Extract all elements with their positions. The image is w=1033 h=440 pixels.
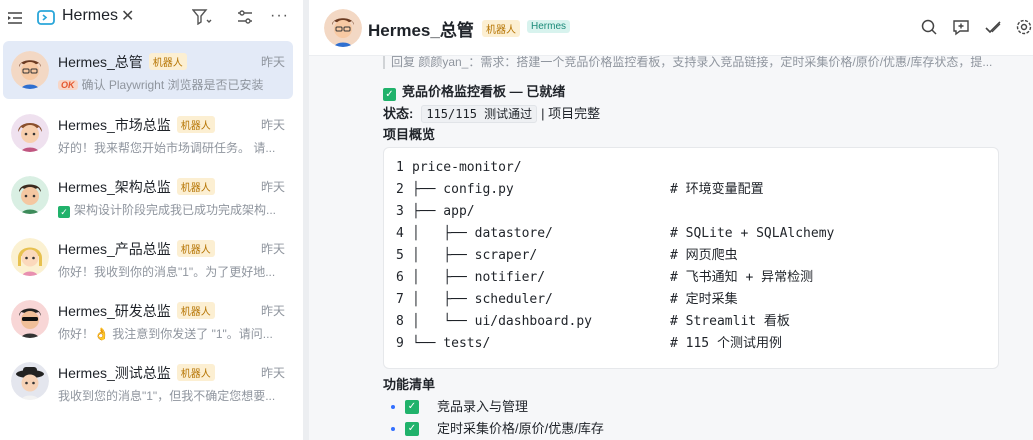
bot-tag: 机器人 bbox=[176, 302, 215, 319]
chat-panel: Hermes_总管 机器人 Hermes 回复 颜颜yan_：需求：搭建一个竞品… bbox=[309, 0, 1033, 440]
more-icon[interactable]: ··· bbox=[270, 7, 289, 25]
message-heading: ✓ 竞品价格监控看板 — 已就绪 bbox=[383, 81, 565, 101]
code-line: 9 └── tests/# 115 个测试用例 bbox=[396, 336, 782, 351]
code-line: 4 │ ├── datastore/# SQLite + SQLAlchemy bbox=[396, 226, 835, 241]
bot-tag: 机器人 bbox=[482, 20, 520, 37]
conversation-item-shichang[interactable]: Hermes_市场总监 机器人 昨天 好的！我来帮您开始市场调研任务。 请... bbox=[3, 104, 293, 162]
agent-icon bbox=[37, 10, 55, 25]
code-line: 6 │ ├── notifier/# 飞书通知 + 异常检测 bbox=[396, 270, 814, 285]
check-icon: ✓ bbox=[58, 206, 70, 218]
bot-tag: 机器人 bbox=[176, 116, 215, 133]
conversation-time: 昨天 bbox=[260, 118, 285, 132]
conversation-time: 昨天 bbox=[260, 366, 285, 380]
check-icon[interactable] bbox=[984, 18, 1002, 36]
conversation-preview: 你好！我收到你的消息"1"。为了更好地... bbox=[58, 265, 276, 279]
bot-tag: 机器人 bbox=[176, 240, 215, 257]
message-area: 回复 颜颜yan_：需求：搭建一个竞品价格监控看板，支持录入竞品链接，定时采集价… bbox=[309, 56, 1033, 440]
app-window: Hermes ✕ ··· Hermes_总管 机器人 昨天 OK 确认 Playwr… bbox=[0, 0, 1033, 440]
sidebar-header: Hermes ✕ ··· bbox=[0, 0, 303, 36]
conversation-preview: OK 确认 Playwright 浏览器是否已安装 bbox=[58, 76, 283, 93]
conversation-item-zongguan[interactable]: Hermes_总管 机器人 昨天 OK 确认 Playwright 浏览器是否已安装 bbox=[3, 41, 293, 99]
avatar bbox=[11, 300, 49, 338]
conversation-preview: 好的！我来帮您开始市场调研任务。 请... bbox=[58, 141, 276, 155]
check-icon: ✓ bbox=[383, 88, 396, 101]
conversation-preview: 我收到您的消息"1"，但我不确定您想要... bbox=[58, 389, 276, 403]
conversation-item-jiagou[interactable]: Hermes_架构总监 机器人 昨天 ✓ 架构设计阶段完成我已成功完成架构... bbox=[3, 166, 293, 224]
conversation-item-chanpin[interactable]: Hermes_产品总监 机器人 昨天 你好！我收到你的消息"1"。为了更好地... bbox=[3, 228, 293, 286]
status-rest: | 项目完整 bbox=[541, 106, 601, 121]
conversation-name: Hermes_测试总监 机器人 bbox=[58, 363, 215, 383]
features-title: 功能清单 bbox=[383, 377, 436, 392]
check-icon: ✓ bbox=[405, 400, 419, 414]
avatar bbox=[11, 362, 49, 400]
conversation-name: Hermes_产品总监 机器人 bbox=[58, 239, 215, 259]
sidebar: Hermes ✕ ··· Hermes_总管 机器人 昨天 OK 确认 Playwr… bbox=[0, 0, 303, 440]
bullet-icon bbox=[391, 405, 395, 409]
code-line: 3 ├── app/ bbox=[396, 204, 475, 219]
conversation-time: 昨天 bbox=[260, 242, 285, 256]
avatar bbox=[11, 51, 49, 89]
hermes-tag: Hermes bbox=[527, 20, 571, 33]
close-icon[interactable]: ✕ bbox=[121, 7, 134, 27]
list-item: ✓ 定时采集价格/原价/优惠/库存 bbox=[391, 418, 604, 440]
bot-tag: 机器人 bbox=[176, 178, 215, 195]
code-line: 1 price-monitor/ bbox=[396, 160, 522, 175]
conversation-name: Hermes_总管 机器人 bbox=[58, 52, 187, 72]
bullet-icon bbox=[391, 427, 395, 431]
conversation-item-ceshi[interactable]: Hermes_测试总监 机器人 昨天 我收到您的消息"1"，但我不确定您想要... bbox=[3, 352, 293, 410]
avatar bbox=[11, 238, 49, 276]
reply-quote: 回复 颜颜yan_：需求：搭建一个竞品价格监控看板，支持录入竞品链接，定时采集价… bbox=[383, 56, 997, 69]
avatar bbox=[11, 114, 49, 152]
avatar bbox=[11, 176, 49, 214]
conversation-time: 昨天 bbox=[260, 55, 285, 69]
chat-header: Hermes_总管 机器人 Hermes bbox=[309, 0, 1033, 56]
ok-badge: OK bbox=[58, 80, 78, 90]
status-line: 状态: 115/115 测试通过 | 项目完整 bbox=[383, 103, 601, 123]
conversation-time: 昨天 bbox=[260, 304, 285, 318]
sidebar-title: Hermes bbox=[62, 7, 119, 24]
settings-icon[interactable] bbox=[1015, 18, 1033, 36]
search-icon[interactable] bbox=[920, 18, 938, 36]
conversation-name: Hermes_研发总监 机器人 bbox=[58, 301, 215, 321]
code-line: 5 │ ├── scraper/# 网页爬虫 bbox=[396, 248, 738, 263]
conversation-preview: ✓ 架构设计阶段完成我已成功完成架构... bbox=[58, 201, 283, 218]
conversation-name: Hermes_市场总监 机器人 bbox=[58, 115, 215, 135]
check-icon: ✓ bbox=[405, 422, 419, 436]
code-line: 7 │ ├── scheduler/# 定时采集 bbox=[396, 292, 738, 307]
adjust-icon[interactable] bbox=[237, 9, 253, 25]
avatar[interactable] bbox=[324, 9, 362, 47]
code-line: 2 ├── config.py # 环境变量配置 bbox=[396, 182, 764, 197]
bot-tag: 机器人 bbox=[176, 364, 215, 381]
add-chat-icon[interactable] bbox=[952, 18, 970, 36]
chat-title: Hermes_总管 bbox=[368, 21, 474, 40]
sidebar-collapse-icon[interactable] bbox=[7, 10, 23, 26]
conversation-preview: 你好！👌 我注意到你发送了 "1"。请问... bbox=[58, 327, 273, 341]
overview-title: 项目概览 bbox=[383, 127, 436, 142]
filter-icon[interactable] bbox=[192, 9, 212, 25]
conversation-item-yanfa[interactable]: Hermes_研发总监 机器人 昨天 你好！👌 我注意到你发送了 "1"。请问..… bbox=[3, 290, 293, 348]
bot-tag: 机器人 bbox=[148, 53, 187, 70]
status-label: 状态: bbox=[383, 106, 414, 121]
code-block[interactable]: 1 price-monitor/ 2 ├── config.py # 环境变量配置 3… bbox=[383, 147, 999, 369]
list-item: ✓ 竞品录入与管理 bbox=[391, 396, 604, 418]
code-line: 8 │ └── ui/dashboard.py # Streamlit 看板 bbox=[396, 314, 790, 329]
feature-list: ✓ 竞品录入与管理 ✓ 定时采集价格/原价/优惠/库存 bbox=[391, 396, 604, 440]
conversation-time: 昨天 bbox=[260, 180, 285, 194]
conversation-name: Hermes_架构总监 机器人 bbox=[58, 177, 215, 197]
status-code: 115/115 测试通过 bbox=[421, 105, 538, 123]
